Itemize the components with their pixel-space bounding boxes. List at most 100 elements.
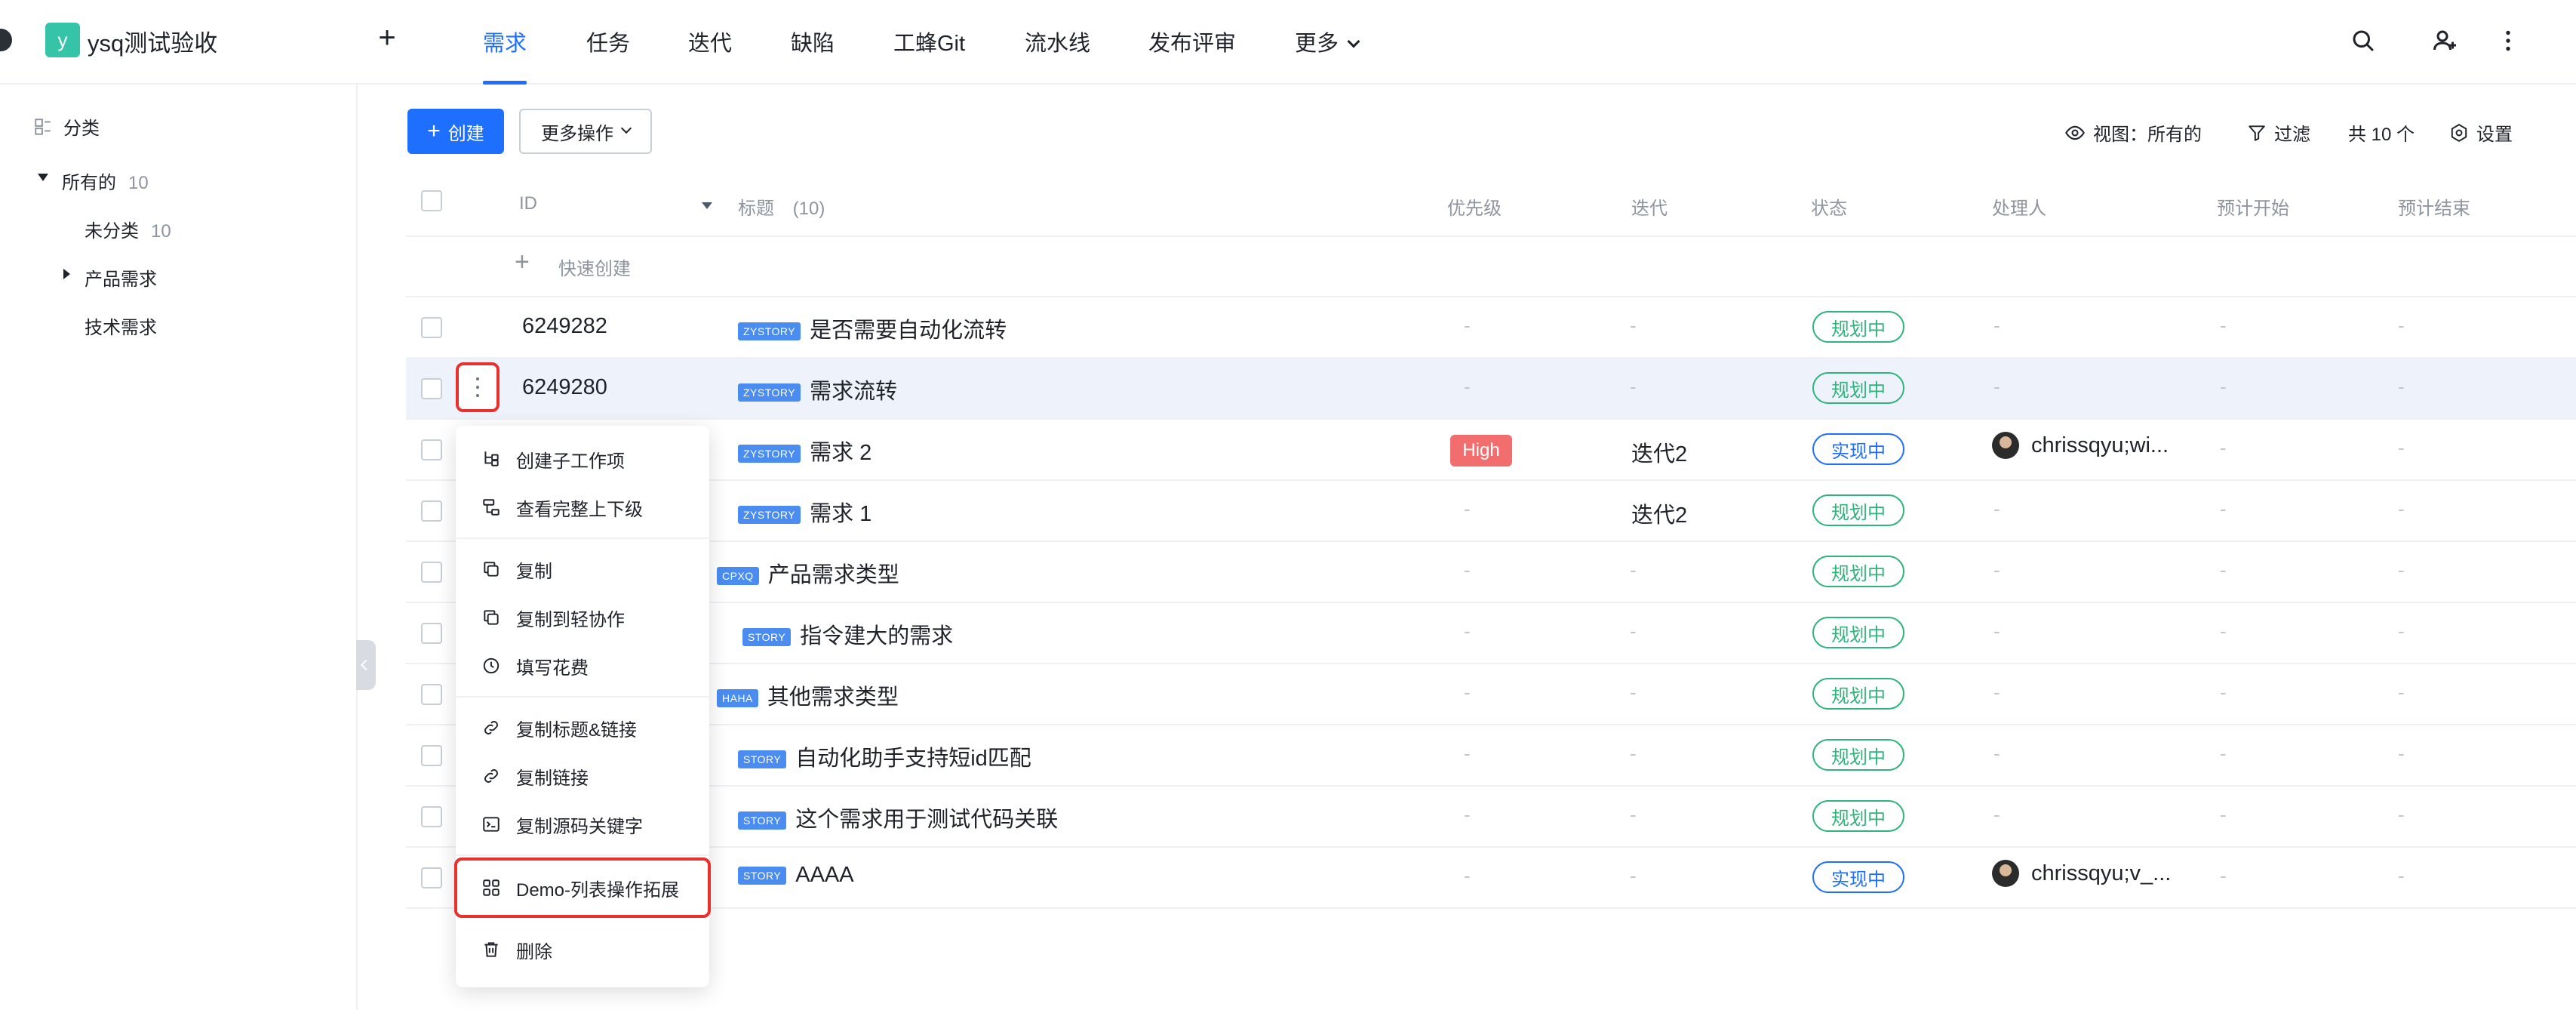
- row-title[interactable]: HAHA 其他需求类型: [717, 679, 899, 711]
- quick-create-row[interactable]: + 快速创建: [406, 237, 2576, 297]
- tab-iterations[interactable]: 迭代: [688, 26, 732, 57]
- settings-button[interactable]: 设置: [2449, 119, 2513, 146]
- row-title[interactable]: STORY 指令建大的需求: [742, 618, 953, 650]
- table-row[interactable]: STORY AAAA - - 实现中 chrissqyu;v_... - -: [406, 848, 2576, 909]
- menu-item-copy[interactable]: 复制: [456, 545, 709, 593]
- col-assignee[interactable]: 处理人: [1992, 193, 2046, 220]
- col-title[interactable]: 标题 (10): [738, 193, 825, 220]
- tab-pipeline[interactable]: 流水线: [1025, 26, 1090, 57]
- status-badge[interactable]: 规划中: [1812, 739, 1904, 771]
- row-checkbox[interactable]: [421, 317, 442, 338]
- col-planned-end[interactable]: 预计结束: [2398, 193, 2470, 220]
- planned-start-empty: -: [2220, 620, 2227, 642]
- table-row[interactable]: STORY 指令建大的需求 - - 规划中 - - -: [406, 603, 2576, 664]
- sidebar-item-all[interactable]: 所有的 10: [62, 168, 149, 194]
- table-row[interactable]: HAHA 其他需求类型 - - 规划中 - - -: [406, 664, 2576, 725]
- row-title[interactable]: ZYSTORY 需求 1: [738, 496, 871, 528]
- status-badge[interactable]: 规划中: [1812, 494, 1904, 526]
- row-checkbox[interactable]: [421, 745, 442, 766]
- table-row[interactable]: 6249282 ZYSTORY 是否需要自动化流转 - - 规划中 - - -: [406, 297, 2576, 359]
- planned-start-empty: -: [2220, 497, 2227, 520]
- row-checkbox[interactable]: [421, 439, 442, 460]
- sidebar-item-tech[interactable]: 技术需求: [85, 313, 157, 339]
- sidebar-item-product[interactable]: 产品需求: [85, 264, 157, 291]
- table-row[interactable]: STORY 这个需求用于测试代码关联 - - 规划中 - - -: [406, 787, 2576, 848]
- menu-item-copy-link[interactable]: 复制链接: [456, 752, 709, 800]
- row-title[interactable]: STORY AAAA: [738, 863, 854, 888]
- tab-more[interactable]: 更多: [1295, 26, 1360, 57]
- table-row[interactable]: ZYSTORY 需求 2 High 迭代2 实现中 chrissqyu;wi... - -: [406, 420, 2576, 481]
- row-title[interactable]: STORY 自动化助手支持短id匹配: [738, 741, 1031, 772]
- menu-item-demo-extension[interactable]: Demo-列表操作拓展: [454, 858, 711, 918]
- priority-badge[interactable]: High: [1450, 435, 1512, 467]
- more-operations-button[interactable]: 更多操作: [519, 109, 652, 154]
- row-id[interactable]: 6249280: [522, 375, 607, 400]
- menu-item-copy-to-lite[interactable]: 复制到轻协作: [456, 593, 709, 642]
- tab-requirements[interactable]: 需求: [483, 26, 527, 57]
- status-badge[interactable]: 规划中: [1812, 617, 1904, 648]
- add-button[interactable]: +: [376, 20, 398, 56]
- status-badge[interactable]: 规划中: [1812, 556, 1904, 587]
- col-priority[interactable]: 优先级: [1447, 193, 1502, 220]
- assignee-cell[interactable]: chrissqyu;wi...: [1992, 432, 2169, 459]
- status-badge[interactable]: 规划中: [1812, 311, 1904, 343]
- create-button[interactable]: + 创建: [407, 109, 504, 154]
- table-row[interactable]: STORY 自动化助手支持短id匹配 - - 规划中 - - -: [406, 725, 2576, 787]
- tab-release-review[interactable]: 发布评审: [1148, 26, 1236, 57]
- row-checkbox[interactable]: [421, 378, 442, 399]
- status-badge[interactable]: 规划中: [1812, 800, 1904, 832]
- tab-defects[interactable]: 缺陷: [791, 26, 835, 57]
- col-planned-start[interactable]: 预计开始: [2217, 193, 2289, 220]
- row-checkbox[interactable]: [421, 867, 442, 888]
- col-status[interactable]: 状态: [1811, 193, 1847, 220]
- priority-empty: -: [1464, 742, 1471, 765]
- table-row[interactable]: ZYSTORY 需求 1 - 迭代2 规划中 - - -: [406, 481, 2576, 542]
- col-iteration[interactable]: 迭代: [1631, 193, 1668, 220]
- row-checkbox[interactable]: [421, 623, 442, 644]
- search-icon[interactable]: [2350, 27, 2377, 54]
- row-checkbox[interactable]: [421, 806, 442, 827]
- view-selector[interactable]: 视图：所有的: [2064, 119, 2202, 146]
- tab-git[interactable]: 工蜂Git: [893, 26, 965, 57]
- expand-caret-icon[interactable]: [38, 174, 48, 181]
- row-title[interactable]: ZYSTORY 是否需要自动化流转: [738, 313, 1007, 344]
- add-user-icon[interactable]: [2431, 27, 2458, 54]
- more-vertical-icon[interactable]: [2495, 27, 2522, 54]
- table-row[interactable]: CPXQ 产品需求类型 - - 规划中 - - -: [406, 542, 2576, 603]
- row-id[interactable]: 6249282: [522, 314, 607, 339]
- row-more-actions-button[interactable]: [456, 362, 500, 412]
- sort-dropdown-icon[interactable]: [702, 202, 712, 209]
- row-title[interactable]: CPXQ 产品需求类型: [717, 557, 899, 589]
- row-title[interactable]: ZYSTORY 需求流转: [738, 374, 897, 405]
- menu-item-create-subtask[interactable]: 创建子工作项: [456, 435, 709, 483]
- iteration-value[interactable]: 迭代2: [1631, 497, 1687, 529]
- row-checkbox[interactable]: [421, 562, 442, 583]
- collapse-caret-icon[interactable]: [63, 269, 70, 279]
- category-header: 分类: [33, 113, 100, 140]
- filter-button[interactable]: 过滤: [2247, 119, 2310, 146]
- row-title[interactable]: ZYSTORY 需求 2: [738, 435, 871, 467]
- status-badge[interactable]: 规划中: [1812, 678, 1904, 710]
- assignee-cell[interactable]: chrissqyu;v_...: [1992, 860, 2171, 887]
- menu-item-log-cost[interactable]: 填写花费: [456, 642, 709, 690]
- row-checkbox[interactable]: [421, 684, 442, 705]
- project-name[interactable]: ysq测试验收: [88, 24, 217, 58]
- status-badge[interactable]: 实现中: [1812, 433, 1904, 465]
- tab-tasks[interactable]: 任务: [586, 26, 630, 57]
- menu-item-view-hierarchy[interactable]: 查看完整上下级: [456, 483, 709, 531]
- table-row[interactable]: 6249280 ZYSTORY 需求流转 - - 规划中 - - -: [406, 359, 2576, 420]
- select-all-checkbox[interactable]: [421, 190, 442, 211]
- row-title[interactable]: STORY 这个需求用于测试代码关联: [738, 802, 1058, 833]
- col-id[interactable]: ID: [519, 193, 537, 214]
- sidebar-collapse-handle[interactable]: [356, 640, 376, 690]
- sidebar-item-uncategorized[interactable]: 未分类 10: [85, 216, 171, 242]
- planned-end-empty: -: [2398, 742, 2405, 765]
- iteration-value[interactable]: 迭代2: [1631, 436, 1687, 468]
- project-avatar[interactable]: y: [45, 23, 80, 57]
- status-badge[interactable]: 规划中: [1812, 372, 1904, 404]
- menu-item-copy-source-keyword[interactable]: 复制源码关键字: [456, 800, 709, 848]
- status-badge[interactable]: 实现中: [1812, 861, 1904, 893]
- menu-item-copy-title-link[interactable]: 复制标题&链接: [456, 704, 709, 752]
- menu-item-delete[interactable]: 删除: [456, 925, 709, 974]
- row-checkbox[interactable]: [421, 500, 442, 522]
